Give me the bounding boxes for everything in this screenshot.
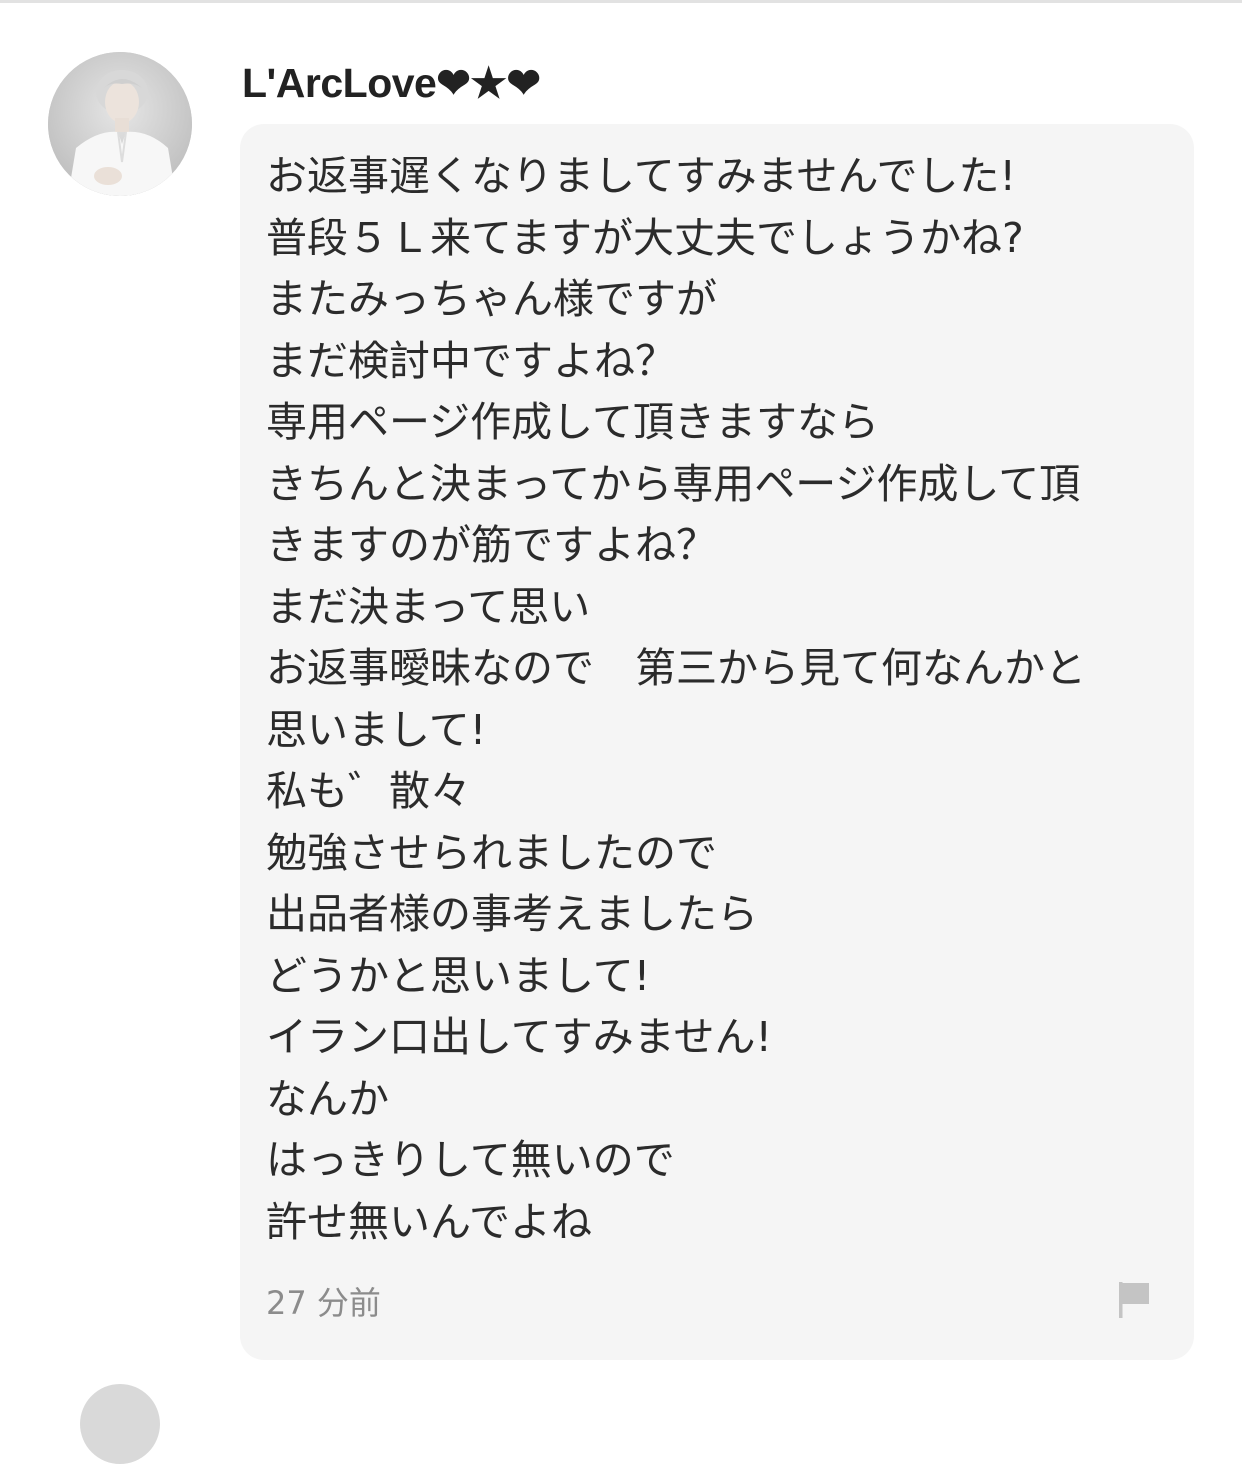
message-line: 思いまして! bbox=[266, 705, 487, 754]
comment-message: お返事遅くなりましてすみませんでした! 普段５Ｌ来てますが大丈夫でしょうかね? … bbox=[266, 146, 1176, 1253]
message-line: 勉強させられましたので bbox=[266, 828, 717, 877]
message-line: はっきりして無いので bbox=[266, 1136, 675, 1184]
flag-icon bbox=[1119, 1282, 1149, 1318]
message-line: お返事曖昧なので 第三から見て何なんかと bbox=[266, 644, 1086, 692]
message-line: お返事遅くなりましてすみませんでした! bbox=[266, 152, 1016, 200]
message-line: イラン口出してすみません! bbox=[266, 1013, 772, 1061]
next-comment-avatar[interactable] bbox=[80, 1384, 160, 1464]
username[interactable]: L'ArcLove❤︎★❤︎ bbox=[242, 56, 541, 110]
user-photo-icon bbox=[48, 52, 192, 196]
message-line: きますのが筋ですよね？ bbox=[266, 521, 717, 569]
message-line: まだ検討中ですよね？ bbox=[266, 336, 676, 385]
comment-item: L'ArcLove❤︎★❤︎ お返事遅くなりましてすみませんでした! 普段５Ｌ来… bbox=[0, 0, 1242, 1464]
message-line: 私も゛散々 bbox=[266, 767, 471, 815]
message-line: まだ決まって思い bbox=[266, 582, 591, 631]
message-line: きちんと決まってから専用ページ作成して頂 bbox=[266, 459, 1081, 508]
message-line: 許せ無いんでよね bbox=[266, 1197, 592, 1246]
avatar[interactable] bbox=[48, 52, 192, 196]
report-button[interactable] bbox=[1110, 1276, 1158, 1324]
message-line: またみっちゃん様ですが bbox=[266, 275, 717, 323]
message-line: 普段５Ｌ来てますが大丈夫でしょうかね? bbox=[266, 213, 1024, 262]
message-line: 専用ページ作成して頂きますなら bbox=[266, 398, 879, 446]
message-line: 出品者様の事考えましたら bbox=[266, 890, 758, 938]
comment-timestamp: 27 分前 bbox=[266, 1284, 381, 1322]
message-line: どうかと思いまして! bbox=[266, 951, 651, 1000]
message-line: なんか bbox=[266, 1074, 389, 1123]
